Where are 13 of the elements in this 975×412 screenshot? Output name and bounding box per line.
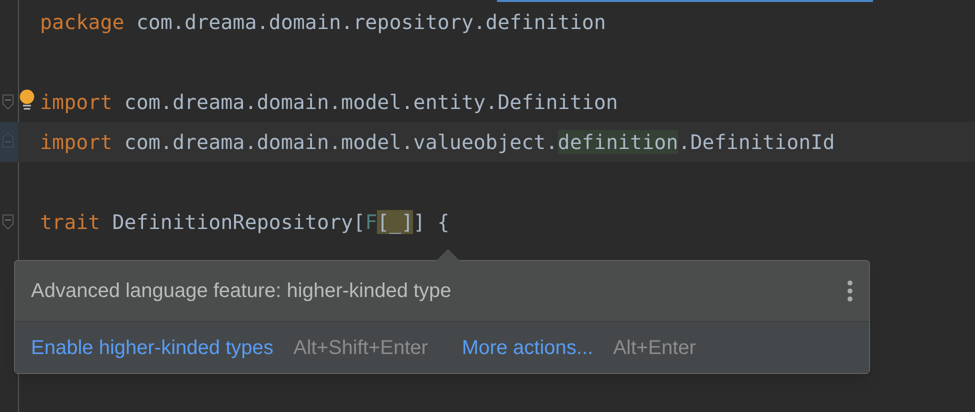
popup-message: Advanced language feature: higher-kinded type: [31, 279, 452, 304]
code-line: trait DefinitionRepository[F[_]] {: [40, 209, 450, 236]
more-options-icon[interactable]: [847, 280, 853, 302]
fold-icon[interactable]: [2, 214, 14, 230]
shortcut-hint: Alt+Enter: [613, 336, 696, 360]
lightbulb-icon[interactable]: [19, 88, 35, 112]
code-line: import com.dreama.domain.model.entity.Definition: [40, 89, 618, 116]
fold-icon[interactable]: [2, 94, 14, 110]
action-link[interactable]: More actions...: [462, 332, 594, 362]
code-line: import com.dreama.domain.model.valueobject.definition.DefinitionId: [40, 129, 835, 156]
code-line: package com.dreama.domain.repository.definition: [40, 9, 606, 36]
action-link[interactable]: Enable higher-kinded types: [31, 332, 274, 362]
shortcut-hint: Alt+Shift+Enter: [293, 336, 428, 360]
